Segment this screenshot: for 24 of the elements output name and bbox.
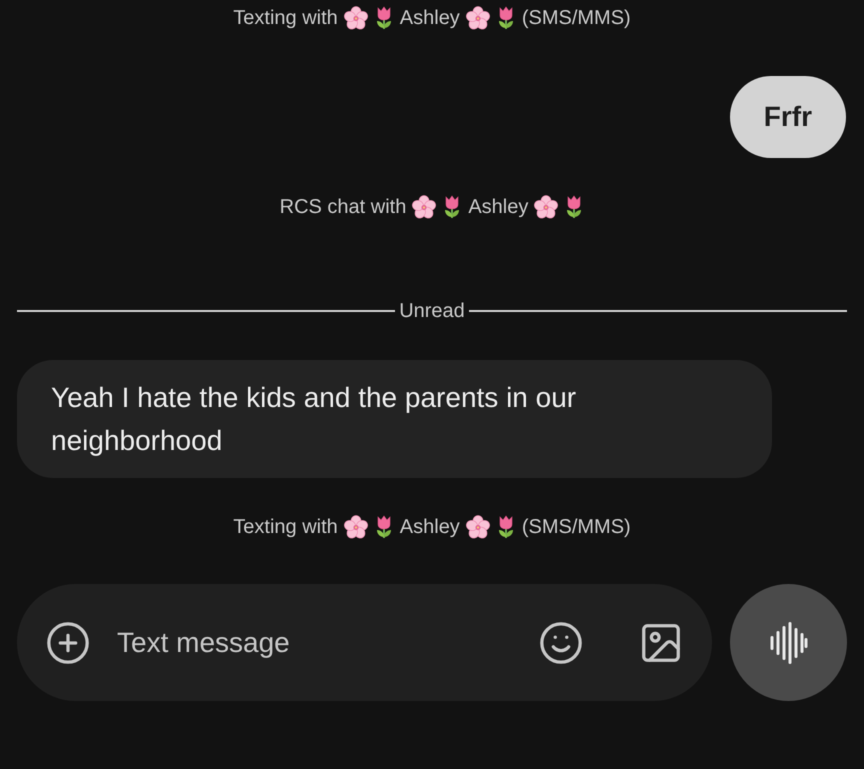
received-message-bubble: Yeah I hate the kids and the parents in our neighborhood bbox=[17, 360, 772, 478]
status-text: Ashley bbox=[400, 6, 460, 30]
sent-message-bubble: Frfr bbox=[730, 76, 846, 158]
status-text: Ashley bbox=[400, 515, 460, 539]
blossom-icon bbox=[412, 195, 436, 219]
add-button[interactable] bbox=[45, 620, 91, 666]
blossom-icon bbox=[466, 515, 490, 539]
plus-circle-icon bbox=[45, 620, 91, 666]
status-text: Ashley bbox=[468, 195, 528, 219]
emoji-button[interactable] bbox=[538, 620, 584, 666]
status-text: Texting with bbox=[233, 515, 338, 539]
status-text: (SMS/MMS) bbox=[522, 6, 631, 30]
blossom-icon bbox=[344, 515, 368, 539]
blossom-icon bbox=[534, 195, 558, 219]
blossom-icon bbox=[344, 6, 368, 30]
unread-divider-label: Unread bbox=[399, 299, 465, 323]
smiley-icon bbox=[538, 620, 584, 666]
status-text: (SMS/MMS) bbox=[522, 515, 631, 539]
status-text: RCS chat with bbox=[280, 195, 406, 219]
status-text: Texting with bbox=[233, 6, 338, 30]
waveform-icon bbox=[770, 622, 808, 664]
message-input[interactable]: Text message bbox=[117, 618, 538, 668]
blossom-icon bbox=[466, 6, 490, 30]
message-composer[interactable]: Text message bbox=[17, 584, 712, 701]
